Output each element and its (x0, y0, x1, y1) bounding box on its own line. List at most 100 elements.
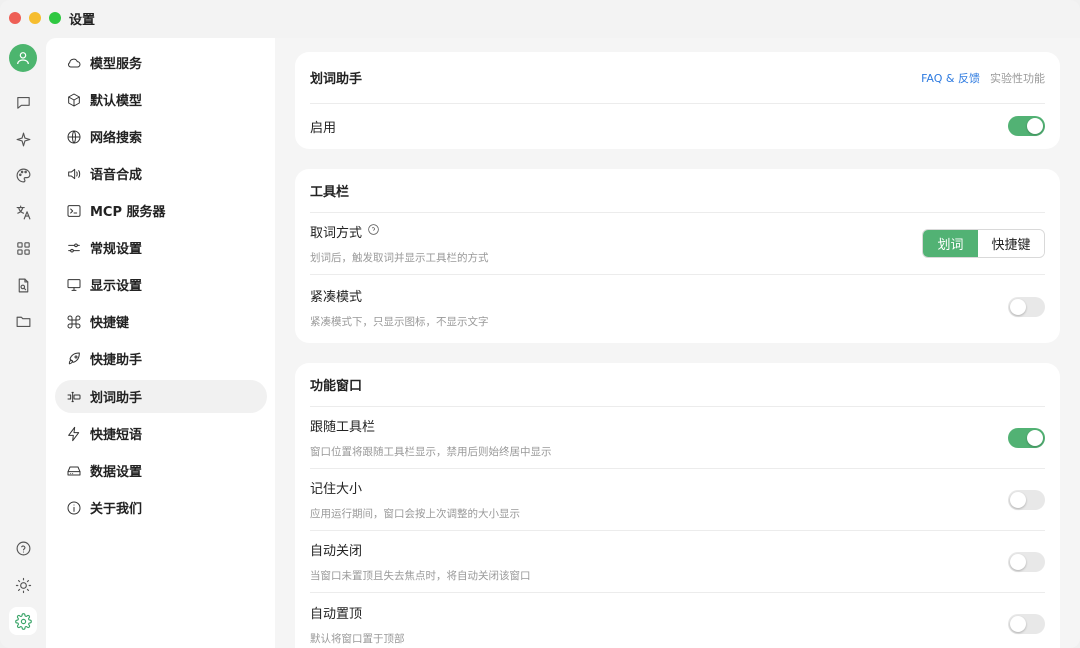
brightness-icon (15, 577, 31, 593)
faq-feedback-link[interactable]: FAQ & 反馈 (921, 70, 980, 86)
card-title: 功能窗口 (310, 379, 363, 394)
nav-item-label: 常规设置 (90, 242, 143, 257)
rail-translate-button[interactable] (9, 198, 37, 226)
rail-theme-button[interactable] (9, 571, 37, 599)
rail-agents-button[interactable] (9, 125, 37, 153)
setting-row-remember-size: 记住大小 应用运行期间，窗口会按上次调整的大小显示 (310, 469, 1045, 531)
setting-row-pick-method: 取词方式 划词后，触发取词并显示工具栏的方式 划词 快捷键 (310, 213, 1045, 275)
globe-icon (65, 128, 83, 146)
nav-item-label: 数据设置 (90, 465, 143, 480)
zap-icon (65, 425, 83, 443)
info-icon (65, 499, 83, 517)
close-window-button[interactable] (9, 12, 21, 24)
pick-method-option-select[interactable]: 划词 (923, 230, 978, 257)
setting-label: 自动置顶 (310, 606, 363, 622)
hard-drive-icon (65, 462, 83, 480)
nav-item-label: 关于我们 (90, 502, 143, 517)
terminal-icon (65, 202, 83, 220)
setting-row-enable: 启用 (310, 104, 1045, 148)
maximize-window-button[interactable] (49, 12, 61, 24)
folder-icon (16, 316, 30, 327)
nav-item-mcp-server[interactable]: MCP 服务器 (55, 194, 267, 227)
nav-item-shortcuts[interactable]: 快捷键 (55, 305, 267, 338)
setting-label: 自动关闭 (310, 544, 363, 559)
nav-item-label: 默认模型 (90, 94, 143, 109)
nav-item-label: 显示设置 (90, 279, 143, 294)
nav-item-selection-assistant[interactable]: 划词助手 (55, 380, 267, 413)
setting-description: 窗口位置将跟随工具栏显示，禁用后则始终居中显示 (310, 446, 552, 458)
sliders-icon (65, 239, 83, 257)
setting-description: 紧凑模式下，只显示图标，不显示文字 (310, 315, 489, 328)
nav-item-display[interactable]: 显示设置 (55, 268, 267, 301)
nav-item-general[interactable]: 常规设置 (55, 231, 267, 264)
experimental-badge: 实验性功能 (990, 71, 1045, 85)
card-header: 划词助手 FAQ & 反馈 实验性功能 (310, 52, 1045, 104)
settings-window: 设置 模型服务 默认模型 网络搜索 语音合成 MCP 服务器 常规设置 显示设置… (0, 0, 1080, 648)
setting-label-wrap: 取词方式 (310, 222, 489, 241)
chat-icon (16, 96, 30, 109)
grid-icon (16, 241, 30, 255)
nav-item-model-service[interactable]: 模型服务 (55, 46, 267, 79)
compact-mode-toggle[interactable] (1008, 297, 1045, 317)
minimize-window-button[interactable] (29, 12, 41, 24)
cloud-icon (65, 54, 83, 72)
setting-row-follow-toolbar: 跟随工具栏 窗口位置将跟随工具栏显示，禁用后则始终居中显示 (310, 407, 1045, 469)
setting-row-auto-close: 自动关闭 当窗口未置顶且失去焦点时，将自动关闭该窗口 (310, 531, 1045, 593)
setting-description: 应用运行期间，窗口会按上次调整的大小显示 (310, 508, 520, 520)
nav-item-data[interactable]: 数据设置 (55, 454, 267, 487)
rail-paint-button[interactable] (9, 161, 37, 189)
auto-close-toggle[interactable] (1008, 551, 1045, 572)
setting-label: 跟随工具栏 (310, 420, 376, 435)
nav-item-label: MCP 服务器 (90, 205, 166, 220)
icon-rail (0, 36, 46, 648)
nav-item-label: 模型服务 (90, 57, 143, 72)
rail-apps-button[interactable] (9, 234, 37, 262)
pick-method-option-shortcut[interactable]: 快捷键 (978, 230, 1044, 257)
title-bar: 设置 (0, 0, 1080, 36)
card-header: 功能窗口 (310, 363, 1045, 407)
card-title: 划词助手 (310, 72, 363, 87)
translate-icon (16, 205, 30, 219)
nav-item-web-search[interactable]: 网络搜索 (55, 120, 267, 153)
nav-item-label: 网络搜索 (90, 131, 143, 146)
nav-item-quick-assistant[interactable]: 快捷助手 (55, 342, 267, 375)
setting-label: 紧凑模式 (310, 289, 363, 305)
enable-toggle[interactable] (1008, 116, 1045, 136)
setting-description: 默认将窗口置于顶部 (310, 632, 405, 645)
palette-icon (16, 168, 30, 182)
rail-files-search-button[interactable] (9, 271, 37, 299)
card-header: 工具栏 (310, 169, 1045, 213)
pick-method-segmented: 划词 快捷键 (922, 229, 1045, 258)
auto-pin-toggle[interactable] (1008, 614, 1045, 634)
rail-chat-button[interactable] (9, 88, 37, 116)
setting-description: 当窗口未置顶且失去焦点时，将自动关闭该窗口 (310, 570, 531, 582)
function-window-card: 功能窗口 跟随工具栏 窗口位置将跟随工具栏显示，禁用后则始终居中显示 记住大小 … (295, 363, 1060, 648)
file-search-icon (18, 278, 28, 292)
rail-settings-button[interactable] (9, 607, 37, 635)
nav-item-label: 语音合成 (90, 168, 143, 183)
nav-item-default-model[interactable]: 默认模型 (55, 83, 267, 116)
monitor-icon (65, 276, 83, 294)
rail-help-button[interactable] (9, 534, 37, 562)
speaker-icon (65, 165, 83, 183)
rocket-icon (65, 350, 83, 368)
setting-row-compact: 紧凑模式 紧凑模式下，只显示图标，不显示文字 (310, 275, 1045, 339)
selection-assistant-card: 划词助手 FAQ & 反馈 实验性功能 启用 (295, 52, 1060, 149)
nav-item-label: 快捷助手 (90, 353, 143, 368)
nav-item-tts[interactable]: 语音合成 (55, 157, 267, 190)
avatar[interactable] (9, 44, 37, 72)
text-select-icon (65, 388, 83, 406)
toolbar-card: 工具栏 取词方式 划词后，触发取词并显示工具栏的方式 划词 快捷键 紧凑模式 紧… (295, 169, 1060, 343)
setting-label: 启用 (310, 120, 337, 136)
nav-item-about[interactable]: 关于我们 (55, 491, 267, 524)
setting-label: 记住大小 (310, 482, 363, 497)
remember-size-toggle[interactable] (1008, 489, 1045, 510)
nav-item-label: 划词助手 (90, 391, 143, 406)
help-circle-icon[interactable] (367, 223, 380, 240)
cube-icon (65, 91, 83, 109)
nav-item-quick-phrases[interactable]: 快捷短语 (55, 417, 267, 450)
setting-row-auto-pin: 自动置顶 默认将窗口置于顶部 (310, 593, 1045, 648)
rail-files-button[interactable] (9, 307, 37, 335)
help-icon (16, 541, 30, 555)
follow-toolbar-toggle[interactable] (1008, 427, 1045, 448)
